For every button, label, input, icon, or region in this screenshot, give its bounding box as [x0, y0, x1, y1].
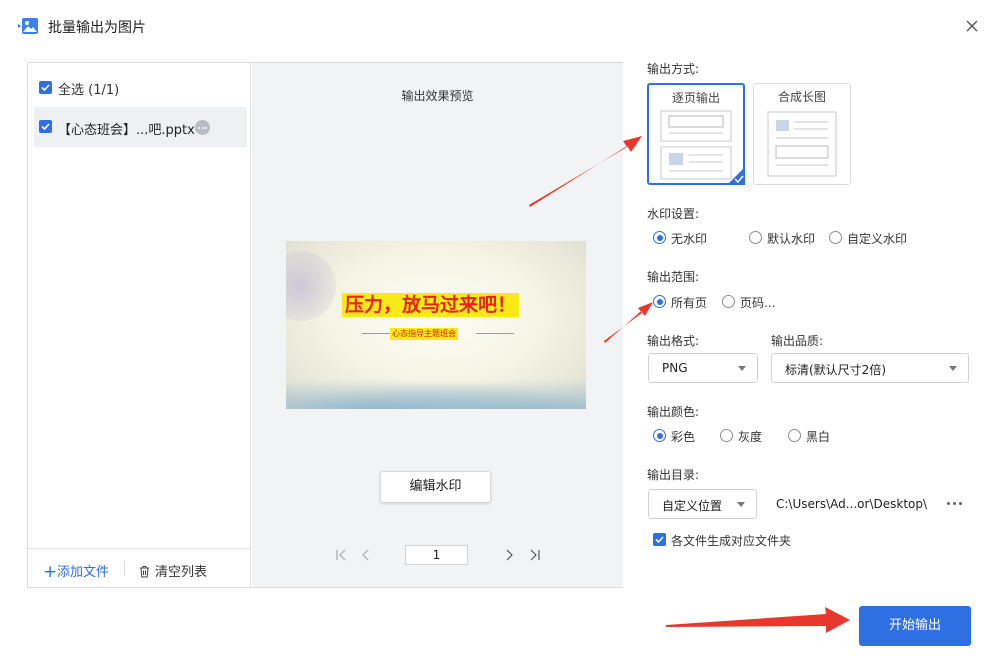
- select-all-label: 全选 (1/1): [58, 83, 120, 98]
- output-path: C:\Users\Ad...or\Desktop\: [776, 497, 928, 511]
- file-list-footer: +添加文件 清空列表: [28, 548, 251, 587]
- grayscale-label: 灰度: [738, 430, 763, 444]
- page-range-label: 页码...: [740, 296, 776, 310]
- preview-title: 输出效果预览: [401, 89, 474, 103]
- custom-watermark-label: 自定义水印: [847, 232, 908, 246]
- page-by-page-label: 逐页输出: [671, 91, 720, 105]
- long-image-label: 合成长图: [777, 90, 826, 104]
- create-subfolder-checkbox[interactable]: 各文件生成对应文件夹: [653, 531, 853, 548]
- file-list: 全选 (1/1) 【心态班会】...吧.pptx +添加文件 清空列表: [28, 63, 251, 587]
- no-watermark-radio[interactable]: 无水印: [653, 230, 723, 246]
- page-number-input[interactable]: 1: [405, 545, 468, 565]
- output-mode-label: 输出方式:: [647, 62, 700, 76]
- file-name: 【心态班会】...吧.pptx: [58, 123, 195, 138]
- close-icon[interactable]: [962, 16, 982, 36]
- format-select[interactable]: PNG: [648, 353, 758, 383]
- black-white-radio[interactable]: 黑白: [788, 428, 838, 444]
- browse-folder-icon[interactable]: [946, 497, 964, 509]
- color-radio[interactable]: 彩色: [653, 428, 703, 444]
- custom-watermark-radio[interactable]: 自定义水印: [829, 230, 919, 246]
- add-file-label: 添加文件: [57, 565, 110, 580]
- select-all-checkbox[interactable]: 全选 (1/1): [39, 79, 189, 98]
- chevron-down-icon: [737, 502, 745, 507]
- clear-list-button[interactable]: 清空列表: [138, 561, 207, 580]
- long-image-option[interactable]: 合成长图: [753, 83, 851, 185]
- format-value: PNG: [662, 361, 688, 375]
- no-watermark-label: 无水印: [671, 232, 708, 246]
- checkbox-checked-icon: [653, 533, 666, 546]
- trash-icon: [140, 566, 149, 578]
- file-row[interactable]: 【心态班会】...吧.pptx: [34, 107, 247, 147]
- default-watermark-label: 默认水印: [767, 232, 816, 246]
- quality-label: 输出品质:: [771, 334, 824, 348]
- image-export-icon: [17, 16, 39, 36]
- page-by-page-option[interactable]: 逐页输出: [647, 83, 745, 185]
- preview-area: 输出效果预览 压力，放马过来吧！ 心态指导主题班会 编辑水印 1: [252, 63, 623, 587]
- last-page-icon[interactable]: [528, 548, 542, 562]
- dialog-title: 批量输出为图片: [48, 20, 146, 36]
- slide-title: 压力，放马过来吧！: [342, 293, 520, 317]
- clear-list-label: 清空列表: [155, 565, 208, 580]
- first-page-icon[interactable]: [334, 548, 348, 562]
- slide-subtitle: 心态指导主题班会: [390, 328, 458, 340]
- quality-select[interactable]: 标清(默认尺寸2倍): [771, 353, 969, 383]
- grayscale-radio[interactable]: 灰度: [720, 428, 770, 444]
- color-label: 输出颜色:: [647, 405, 700, 419]
- title-bar: 批量输出为图片: [0, 0, 1000, 52]
- add-file-button[interactable]: +添加文件: [43, 561, 110, 582]
- color-option-label: 彩色: [671, 430, 696, 444]
- more-options-icon[interactable]: [195, 120, 210, 135]
- page-range-radio[interactable]: 页码...: [722, 294, 782, 310]
- edit-watermark-button[interactable]: 编辑水印: [380, 471, 491, 503]
- divider: [124, 561, 125, 576]
- checkbox-checked-icon[interactable]: [39, 120, 52, 133]
- black-white-label: 黑白: [806, 430, 831, 444]
- file-preview-panel: 全选 (1/1) 【心态班会】...吧.pptx +添加文件 清空列表 输出效果…: [27, 62, 623, 588]
- checkbox-checked-icon: [39, 81, 52, 94]
- directory-mode-value: 自定义位置: [662, 499, 723, 513]
- pagination: 1: [252, 543, 623, 567]
- default-watermark-radio[interactable]: 默认水印: [749, 230, 829, 246]
- next-page-icon[interactable]: [502, 548, 516, 562]
- all-pages-label: 所有页: [671, 296, 708, 310]
- quality-value: 标清(默认尺寸2倍): [785, 363, 886, 377]
- export-images-dialog: 批量输出为图片 全选 (1/1) 【心态班会】...吧.pptx +添加文件 清…: [0, 0, 1000, 672]
- chevron-down-icon: [738, 366, 746, 371]
- slide-thumbnail: 压力，放马过来吧！ 心态指导主题班会: [286, 241, 586, 409]
- range-label: 输出范围:: [647, 270, 700, 284]
- prev-page-icon[interactable]: [359, 548, 373, 562]
- directory-label: 输出目录:: [647, 468, 700, 482]
- watermark-label: 水印设置:: [647, 207, 700, 221]
- chevron-down-icon: [949, 366, 957, 371]
- all-pages-radio[interactable]: 所有页: [653, 294, 713, 310]
- annotation-arrow-icon: [666, 607, 850, 633]
- long-image-icon: [767, 111, 837, 177]
- format-label: 输出格式:: [647, 334, 700, 348]
- directory-mode-select[interactable]: 自定义位置: [648, 489, 757, 519]
- start-export-button[interactable]: 开始输出: [859, 606, 971, 646]
- selected-check-icon: [727, 167, 745, 185]
- create-subfolder-label: 各文件生成对应文件夹: [671, 534, 792, 548]
- plus-icon: +: [43, 562, 58, 582]
